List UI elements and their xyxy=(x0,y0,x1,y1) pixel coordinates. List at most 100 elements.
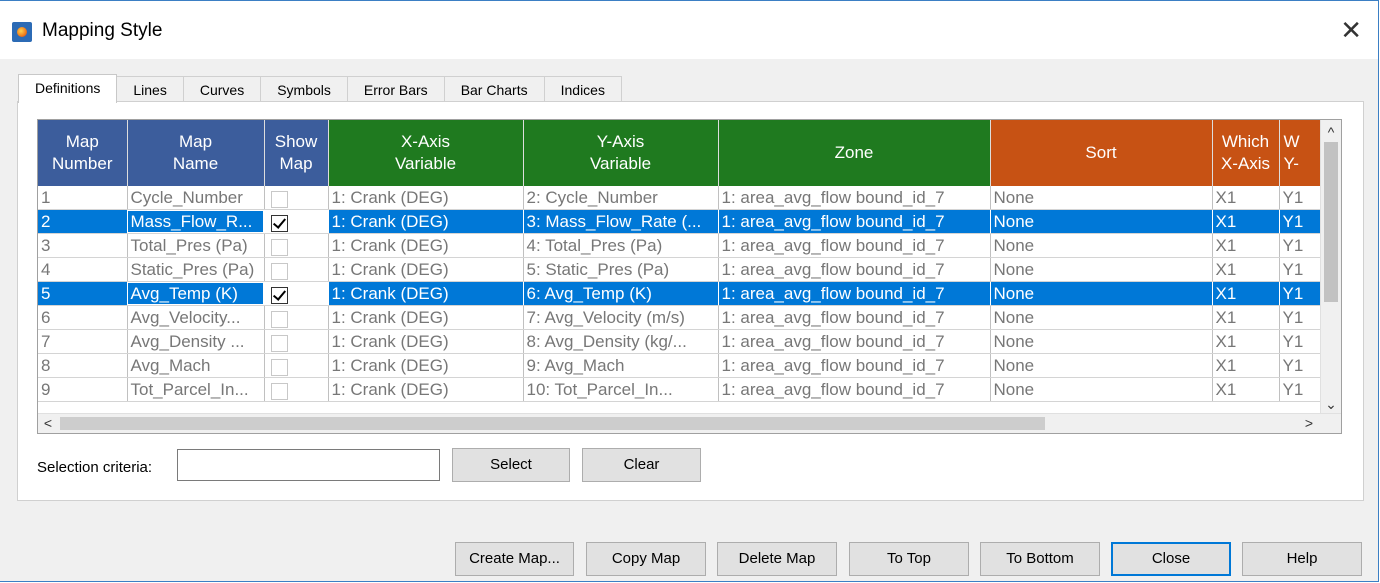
y-axis-variable-cell[interactable]: 7: Avg_Velocity (m/s) xyxy=(523,305,719,330)
tab-error-bars[interactable]: Error Bars xyxy=(346,76,445,102)
zone-cell[interactable]: 1: area_avg_flow bound_id_7 xyxy=(718,233,991,258)
map-name-cell[interactable]: Cycle_Number xyxy=(127,186,265,210)
which-y-axis-cell[interactable]: Y1 xyxy=(1279,186,1324,210)
col-header-map-number[interactable]: Map Number xyxy=(38,120,128,186)
zone-cell[interactable]: 1: area_avg_flow bound_id_7 xyxy=(718,209,991,234)
y-axis-variable-cell[interactable]: 6: Avg_Temp (K) xyxy=(523,281,719,306)
x-axis-variable-cell[interactable]: 1: Crank (DEG) xyxy=(328,353,524,378)
which-x-axis-cell[interactable]: X1 xyxy=(1212,377,1280,402)
show-map-checkbox[interactable] xyxy=(270,382,288,400)
select-button[interactable]: Select xyxy=(452,448,570,482)
sort-cell[interactable]: None xyxy=(990,353,1213,378)
x-axis-variable-cell[interactable]: 1: Crank (DEG) xyxy=(328,305,524,330)
scroll-right-icon[interactable]: > xyxy=(1299,414,1319,433)
vertical-scroll-thumb[interactable] xyxy=(1324,142,1338,302)
table-row[interactable]: 5 Avg_Temp (K) 1: Crank (DEG) 6: Avg_Temp (… xyxy=(38,281,1324,306)
which-x-axis-cell[interactable]: X1 xyxy=(1212,257,1280,282)
which-x-axis-cell[interactable]: X1 xyxy=(1212,186,1280,210)
which-y-axis-cell[interactable]: Y1 xyxy=(1279,377,1324,402)
show-map-cell[interactable] xyxy=(264,257,329,282)
sort-cell[interactable]: None xyxy=(990,186,1213,210)
y-axis-variable-cell[interactable]: 4: Total_Pres (Pa) xyxy=(523,233,719,258)
zone-cell[interactable]: 1: area_avg_flow bound_id_7 xyxy=(718,186,991,210)
col-header-sort[interactable]: Sort xyxy=(990,120,1213,186)
show-map-checkbox[interactable] xyxy=(270,358,288,376)
show-map-cell[interactable] xyxy=(264,281,329,306)
x-axis-variable-cell[interactable]: 1: Crank (DEG) xyxy=(328,233,524,258)
x-axis-variable-cell[interactable]: 1: Crank (DEG) xyxy=(328,257,524,282)
show-map-checkbox[interactable] xyxy=(270,214,288,232)
map-name-cell[interactable]: Static_Pres (Pa) xyxy=(127,257,265,282)
clear-button[interactable]: Clear xyxy=(582,448,701,482)
delete-map-button[interactable]: Delete Map xyxy=(717,542,837,576)
vertical-scrollbar[interactable]: ^ ⌄ xyxy=(1320,120,1341,416)
which-y-axis-cell[interactable]: Y1 xyxy=(1279,329,1324,354)
which-x-axis-cell[interactable]: X1 xyxy=(1212,353,1280,378)
map-name-cell[interactable]: Avg_Velocity... xyxy=(127,305,265,330)
show-map-cell[interactable] xyxy=(264,209,329,234)
scroll-left-icon[interactable]: < xyxy=(38,414,58,433)
to-top-button[interactable]: To Top xyxy=(849,542,969,576)
col-header-zone[interactable]: Zone xyxy=(718,120,991,186)
y-axis-variable-cell[interactable]: 8: Avg_Density (kg/... xyxy=(523,329,719,354)
which-x-axis-cell[interactable]: X1 xyxy=(1212,233,1280,258)
y-axis-variable-cell[interactable]: 3: Mass_Flow_Rate (... xyxy=(523,209,719,234)
map-number-cell[interactable]: 1 xyxy=(38,186,128,210)
x-axis-variable-cell[interactable]: 1: Crank (DEG) xyxy=(328,209,524,234)
zone-cell[interactable]: 1: area_avg_flow bound_id_7 xyxy=(718,353,991,378)
map-number-cell[interactable]: 6 xyxy=(38,305,128,330)
tab-bar-charts[interactable]: Bar Charts xyxy=(443,76,545,102)
mapping-grid[interactable]: Map Number Map Name Show Map X-Axis Variable… xyxy=(37,119,1342,434)
show-map-checkbox[interactable] xyxy=(270,190,288,208)
table-row[interactable]: 2 Mass_Flow_R... 1: Crank (DEG) 3: Mass_Flo… xyxy=(38,209,1324,234)
which-x-axis-cell[interactable]: X1 xyxy=(1212,329,1280,354)
x-axis-variable-cell[interactable]: 1: Crank (DEG) xyxy=(328,281,524,306)
x-axis-variable-cell[interactable]: 1: Crank (DEG) xyxy=(328,186,524,210)
selection-criteria-input[interactable] xyxy=(177,449,440,481)
col-header-x-axis-variable[interactable]: X-Axis Variable xyxy=(328,120,524,186)
map-number-cell[interactable]: 2 xyxy=(38,209,128,234)
map-number-cell[interactable]: 8 xyxy=(38,353,128,378)
tab-curves[interactable]: Curves xyxy=(182,76,262,102)
which-y-axis-cell[interactable]: Y1 xyxy=(1279,281,1324,306)
which-y-axis-cell[interactable]: Y1 xyxy=(1279,305,1324,330)
show-map-checkbox[interactable] xyxy=(270,262,288,280)
show-map-checkbox[interactable] xyxy=(270,286,288,304)
help-button[interactable]: Help xyxy=(1242,542,1362,576)
sort-cell[interactable]: None xyxy=(990,305,1213,330)
y-axis-variable-cell[interactable]: 10: Tot_Parcel_In... xyxy=(523,377,719,402)
scroll-up-icon[interactable]: ^ xyxy=(1321,122,1341,142)
sort-cell[interactable]: None xyxy=(990,209,1213,234)
show-map-cell[interactable] xyxy=(264,377,329,402)
copy-map-button[interactable]: Copy Map xyxy=(586,542,706,576)
map-name-cell[interactable]: Tot_Parcel_In... xyxy=(127,377,265,402)
x-axis-variable-cell[interactable]: 1: Crank (DEG) xyxy=(328,329,524,354)
which-y-axis-cell[interactable]: Y1 xyxy=(1279,209,1324,234)
horizontal-scroll-thumb[interactable] xyxy=(60,417,1045,430)
tab-definitions[interactable]: Definitions xyxy=(18,74,118,103)
map-name-cell[interactable]: Mass_Flow_R... xyxy=(127,209,265,234)
map-number-cell[interactable]: 4 xyxy=(38,257,128,282)
scroll-down-icon[interactable]: ⌄ xyxy=(1321,394,1341,414)
tab-lines[interactable]: Lines xyxy=(116,76,184,102)
show-map-cell[interactable] xyxy=(264,186,329,210)
tab-indices[interactable]: Indices xyxy=(543,76,622,102)
map-name-cell[interactable]: Avg_Mach xyxy=(127,353,265,378)
table-row[interactable]: 3 Total_Pres (Pa) 1: Crank (DEG) 4: Total_P… xyxy=(38,233,1324,258)
zone-cell[interactable]: 1: area_avg_flow bound_id_7 xyxy=(718,329,991,354)
col-header-show-map[interactable]: Show Map xyxy=(264,120,329,186)
map-number-cell[interactable]: 7 xyxy=(38,329,128,354)
which-y-axis-cell[interactable]: Y1 xyxy=(1279,257,1324,282)
sort-cell[interactable]: None xyxy=(990,233,1213,258)
map-name-cell[interactable]: Avg_Temp (K) xyxy=(127,281,265,306)
sort-cell[interactable]: None xyxy=(990,257,1213,282)
close-icon[interactable]: ✕ xyxy=(1340,15,1362,45)
zone-cell[interactable]: 1: area_avg_flow bound_id_7 xyxy=(718,281,991,306)
map-name-cell[interactable]: Avg_Density ... xyxy=(127,329,265,354)
which-x-axis-cell[interactable]: X1 xyxy=(1212,305,1280,330)
col-header-which-y-axis[interactable]: W Y- xyxy=(1279,120,1324,186)
which-y-axis-cell[interactable]: Y1 xyxy=(1279,353,1324,378)
table-row[interactable]: 1 Cycle_Number 1: Crank (DEG) 2: Cycle_Numb… xyxy=(38,186,1324,210)
show-map-cell[interactable] xyxy=(264,233,329,258)
zone-cell[interactable]: 1: area_avg_flow bound_id_7 xyxy=(718,257,991,282)
